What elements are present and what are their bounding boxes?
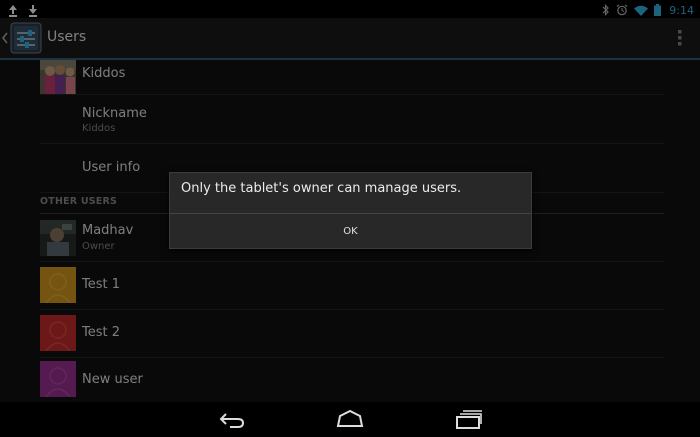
dialog-message: Only the tablet's owner can manage users… [181,181,462,196]
ok-button[interactable]: OK [170,214,531,248]
back-icon[interactable] [218,408,246,434]
recent-apps-icon[interactable] [455,408,483,434]
navigation-bar [0,402,700,437]
home-icon[interactable] [336,408,364,434]
owner-only-dialog: Only the tablet's owner can manage users… [169,172,532,249]
